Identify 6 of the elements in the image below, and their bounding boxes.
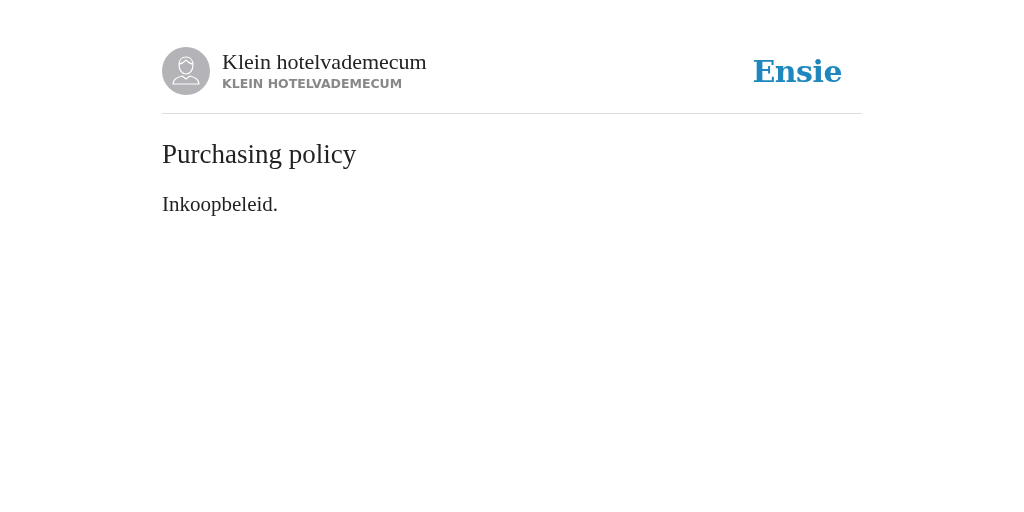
site-title: Klein hotelvademecum (222, 49, 427, 75)
article-text: Inkoopbeleid. (162, 191, 280, 218)
site-subtitle: KLEIN HOTELVADEMECUM (222, 75, 404, 93)
logo[interactable]: Ensie (752, 53, 842, 89)
avatar-icon (162, 47, 210, 95)
article-heading: Purchasing policy (162, 138, 358, 170)
